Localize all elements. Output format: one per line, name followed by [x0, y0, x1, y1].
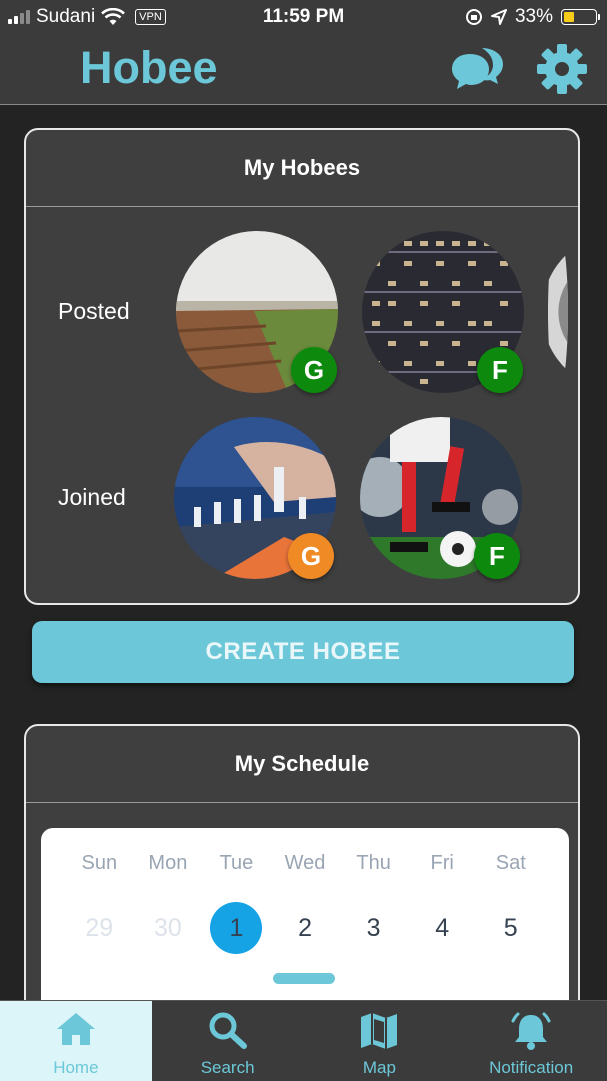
my-hobees-title: My Hobees: [26, 130, 578, 207]
gear-icon[interactable]: [537, 44, 587, 94]
create-hobee-button[interactable]: CREATE HOBEE: [32, 621, 574, 683]
chat-icon[interactable]: [452, 46, 504, 94]
battery-icon: [561, 9, 600, 25]
joined-hobee-badge: F: [474, 533, 520, 579]
tab-notification-label: Notification: [489, 1058, 574, 1077]
weekday-label: Fri: [430, 852, 454, 874]
app-title: Hobee: [80, 42, 218, 93]
weekday-label: Wed: [284, 852, 326, 874]
search-icon: [209, 1012, 247, 1049]
weekday-label: Mon: [148, 852, 188, 874]
weekday-label: Sun: [81, 852, 118, 874]
battery-percent: 33%: [514, 6, 553, 27]
calendar-expand-handle[interactable]: [273, 973, 335, 984]
calendar-date[interactable]: 2: [271, 902, 340, 954]
my-hobees-card: My Hobees Posted Joined G F G F: [24, 128, 580, 605]
bottom-tab-bar: Home Search Map Notification: [0, 1000, 607, 1081]
tab-map[interactable]: Map: [304, 1001, 456, 1081]
calendar-date-selected-cell[interactable]: 1: [202, 902, 271, 954]
calendar-date[interactable]: 30: [134, 902, 203, 954]
tab-notification[interactable]: Notification: [455, 1001, 607, 1081]
calendar-date[interactable]: 5: [476, 902, 545, 954]
my-schedule-title: My Schedule: [26, 726, 578, 803]
app-header: Hobee: [0, 34, 607, 105]
location-icon: [490, 9, 507, 25]
tab-search-label: Search: [200, 1058, 255, 1077]
status-bar: Sudani VPN 11:59 PM 33%: [0, 0, 607, 34]
bell-icon: [511, 1012, 551, 1050]
joined-hobee-badge: G: [288, 533, 334, 579]
calendar-date[interactable]: 29: [65, 902, 134, 954]
week-calendar: Sun Mon Tue Wed Thu Fri Sat 29 30 1 2 3 …: [41, 828, 569, 1018]
calendar-date[interactable]: 3: [339, 902, 408, 954]
joined-label: Joined: [58, 484, 126, 510]
weekday-row: Sun Mon Tue Wed Thu Fri Sat: [65, 852, 545, 875]
orientation-lock-icon: [465, 9, 482, 25]
posted-hobee-partial-image[interactable]: [548, 231, 568, 393]
weekday-label: Tue: [219, 852, 254, 874]
posted-label: Posted: [58, 298, 130, 324]
map-icon: [361, 1013, 398, 1049]
weekday-label: Thu: [356, 852, 391, 874]
weekday-label: Sat: [495, 852, 526, 874]
posted-hobee-badge: F: [477, 347, 523, 393]
date-row: 29 30 1 2 3 4 5: [65, 902, 545, 954]
tab-map-label: Map: [362, 1058, 396, 1077]
tab-home-label: Home: [53, 1058, 99, 1077]
tab-search[interactable]: Search: [152, 1001, 304, 1081]
tab-home[interactable]: Home: [0, 1001, 152, 1081]
my-schedule-card: My Schedule Sun Mon Tue Wed Thu Fri Sat …: [24, 724, 580, 1024]
calendar-date[interactable]: 4: [408, 902, 477, 954]
home-icon: [56, 1013, 95, 1045]
posted-hobee-badge: G: [291, 347, 337, 393]
calendar-date-selected[interactable]: 1: [210, 902, 263, 954]
